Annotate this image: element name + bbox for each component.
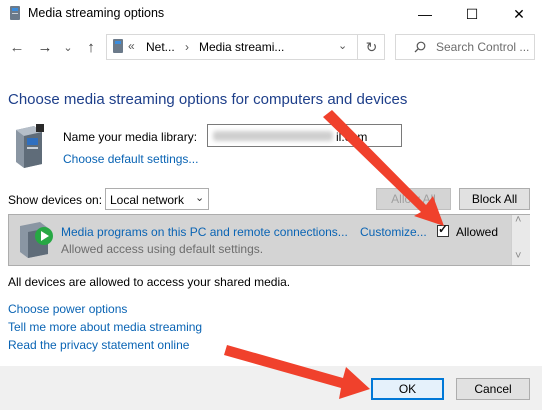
block-all-button[interactable]: Block All (459, 188, 530, 210)
breadcrumb-separator-icon: › (185, 40, 189, 54)
allow-all-button[interactable]: Allow All (376, 188, 451, 210)
media-server-icon (113, 39, 123, 53)
media-server-icon (10, 6, 20, 20)
show-devices-label: Show devices on: (8, 193, 103, 207)
checkmark-icon: ✓ (438, 222, 449, 236)
refresh-icon: ↻ (365, 38, 378, 55)
close-icon: ✕ (513, 5, 525, 22)
media-streaming-help-link[interactable]: Tell me more about media streaming (8, 320, 202, 334)
back-arrow-icon: ← (9, 38, 25, 56)
recent-locations-button[interactable]: ⌄ (62, 36, 74, 58)
scroll-down-icon[interactable]: ˅ (515, 250, 521, 262)
ok-button[interactable]: OK (371, 378, 444, 400)
device-list (8, 214, 530, 266)
device-name-link[interactable]: Media programs on this PC and remote con… (61, 225, 348, 239)
redacted-text (213, 131, 333, 141)
window-title: Media streaming options (28, 6, 165, 20)
breadcrumb-media-streaming[interactable]: Media streami... (199, 40, 284, 54)
chevron-down-icon: ⌄ (63, 41, 73, 54)
chevron-down-icon: ⌄ (195, 192, 205, 204)
choose-default-settings-link[interactable]: Choose default settings... (63, 152, 198, 166)
forward-button[interactable]: → (36, 36, 54, 58)
address-dropdown-icon[interactable]: ⌄ (338, 39, 347, 52)
device-status-text: Allowed access using default settings. (61, 242, 264, 256)
library-name-label: Name your media library: (63, 130, 198, 144)
media-device-icon (20, 222, 53, 258)
overflow-icon[interactable]: « (128, 39, 135, 53)
refresh-button[interactable]: ↻ (357, 34, 385, 60)
privacy-statement-link[interactable]: Read the privacy statement online (8, 338, 189, 352)
all-devices-note: All devices are allowed to access your s… (8, 275, 291, 289)
up-button[interactable]: ↑ (82, 36, 100, 58)
forward-arrow-icon: → (37, 38, 53, 56)
cancel-button[interactable]: Cancel (456, 378, 530, 400)
maximize-button[interactable]: ☐ (449, 0, 495, 28)
search-placeholder: Search Control ... (436, 40, 530, 54)
media-library-icon (16, 124, 44, 168)
maximize-icon: ☐ (465, 5, 479, 22)
show-devices-value: Local network (110, 193, 185, 207)
choose-power-options-link[interactable]: Choose power options (8, 302, 127, 316)
page-heading: Choose media streaming options for compu… (8, 91, 408, 108)
back-button[interactable]: ← (8, 36, 26, 58)
allowed-label: Allowed (456, 225, 499, 239)
minimize-button[interactable]: — (402, 0, 448, 28)
library-name-value: il.com (336, 130, 368, 144)
up-arrow-icon: ↑ (87, 38, 95, 56)
close-button[interactable]: ✕ (496, 0, 542, 28)
minimize-icon: — (418, 6, 432, 22)
scroll-up-icon[interactable]: ˄ (515, 214, 521, 226)
customize-link[interactable]: Customize... (360, 225, 427, 239)
breadcrumb-network[interactable]: Net... (146, 40, 175, 54)
search-icon (414, 41, 426, 53)
